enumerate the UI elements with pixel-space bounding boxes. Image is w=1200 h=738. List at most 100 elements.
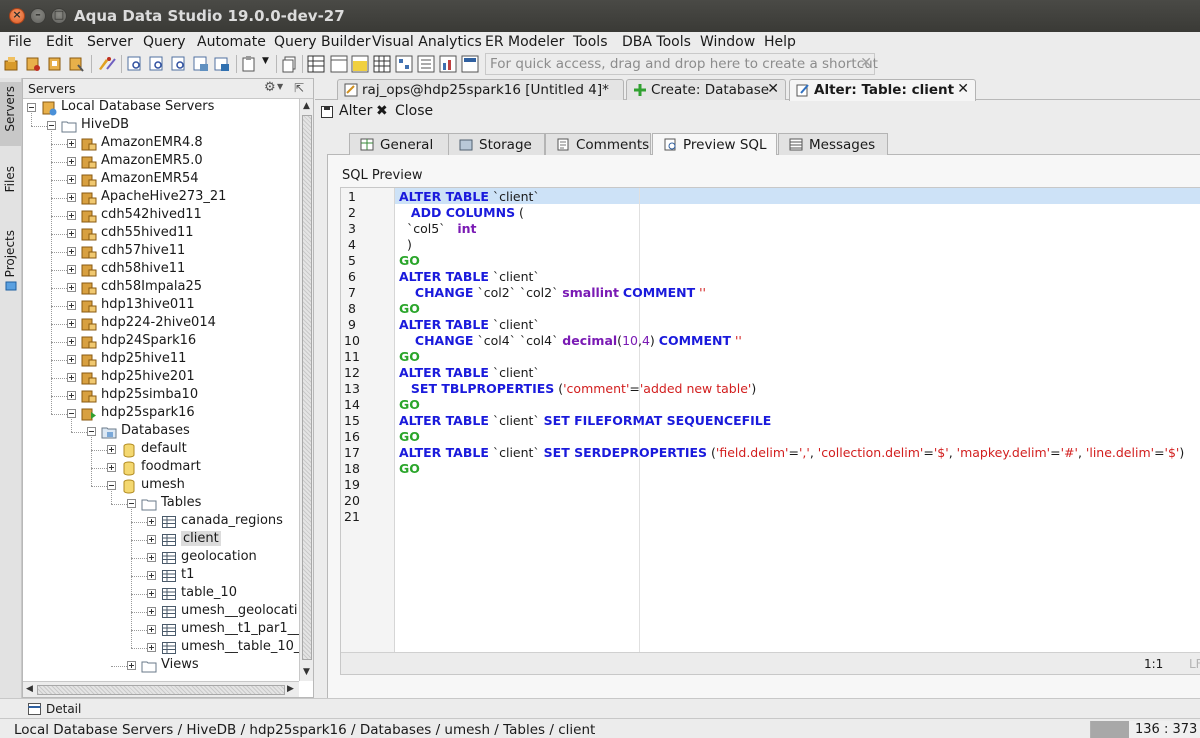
memory-indicator[interactable]: 136 : 373 : <box>1090 721 1200 738</box>
tree-node[interactable]: hdp25spark16 <box>23 405 299 423</box>
clipboard-icon[interactable] <box>240 55 258 73</box>
tree-node[interactable]: AmazonEMR4.8 <box>23 135 299 153</box>
tree-node[interactable]: hdp13hive011 <box>23 297 299 315</box>
menu-server[interactable]: Server <box>87 34 133 50</box>
expand-icon[interactable] <box>107 445 116 454</box>
tab-comments[interactable]: Comments <box>545 133 651 155</box>
tree-node[interactable]: hdp25hive11 <box>23 351 299 369</box>
expand-icon[interactable] <box>67 337 76 346</box>
expand-icon[interactable] <box>147 571 156 580</box>
tree-node[interactable]: canada_regions <box>23 513 299 531</box>
menu-query-builder[interactable]: Query Builder <box>274 34 371 50</box>
tree-node[interactable]: Local Database Servers <box>23 99 299 117</box>
expand-icon[interactable] <box>127 661 136 670</box>
tab-storage[interactable]: Storage <box>448 133 545 155</box>
tree-vertical-scrollbar[interactable]: ▲ ▼ <box>299 99 313 681</box>
tree-node[interactable]: hdp224-2hive014 <box>23 315 299 333</box>
collapse-icon[interactable] <box>47 121 56 130</box>
side-tab-projects[interactable]: Projects <box>0 226 22 296</box>
close-tab-icon[interactable]: ✕ <box>767 81 779 97</box>
collapse-icon[interactable] <box>27 103 36 112</box>
tree-node[interactable]: hdp25simba10 <box>23 387 299 405</box>
layout-yellow-icon[interactable] <box>351 55 369 73</box>
tab-preview-sql[interactable]: Preview SQL <box>652 133 777 156</box>
find-icon[interactable] <box>126 55 144 73</box>
window-close-button[interactable]: × <box>9 8 25 24</box>
tab-general[interactable]: General <box>349 133 456 155</box>
tab-create-database[interactable]: Create: Database ✕ <box>626 79 786 100</box>
layout-detail-icon[interactable] <box>461 55 479 73</box>
new-connection-icon[interactable] <box>3 55 21 73</box>
scrollbar-thumb[interactable] <box>37 685 285 695</box>
tree-node[interactable]: cdh542hived11 <box>23 207 299 225</box>
expand-icon[interactable] <box>67 301 76 310</box>
tree-node[interactable]: umesh <box>23 477 299 495</box>
detail-tab[interactable]: Detail <box>46 702 81 716</box>
collapse-icon[interactable] <box>67 409 76 418</box>
expand-icon[interactable] <box>147 535 156 544</box>
collapse-icon[interactable] <box>87 427 96 436</box>
side-tab-files[interactable]: Files <box>0 160 22 216</box>
tab-alter-table-client[interactable]: Alter: Table: client ✕ <box>789 79 976 101</box>
tree-node[interactable]: cdh57hive11 <box>23 243 299 261</box>
tree-node[interactable]: client <box>23 531 299 549</box>
tab-messages[interactable]: Messages <box>778 133 888 155</box>
expand-icon[interactable] <box>67 391 76 400</box>
tree-node[interactable]: t1 <box>23 567 299 585</box>
tree-node[interactable]: umesh__geolocati <box>23 603 299 621</box>
tree-node[interactable]: geolocation <box>23 549 299 567</box>
layout-table-icon[interactable] <box>373 55 391 73</box>
expand-icon[interactable] <box>147 517 156 526</box>
gear-icon[interactable]: ⚙ <box>264 80 276 95</box>
expand-icon[interactable] <box>67 355 76 364</box>
collapse-icon[interactable] <box>127 499 136 508</box>
menu-er-modeler[interactable]: ER Modeler <box>485 34 564 50</box>
disconnect-icon[interactable] <box>67 55 85 73</box>
tree-node[interactable]: Views <box>23 657 299 675</box>
expand-icon[interactable] <box>67 139 76 148</box>
layout-chart-icon[interactable] <box>439 55 457 73</box>
expand-icon[interactable] <box>67 193 76 202</box>
expand-icon[interactable] <box>67 283 76 292</box>
layout-grid-icon[interactable] <box>307 55 325 73</box>
side-tab-servers[interactable]: Servers <box>0 82 22 146</box>
schema-script-icon[interactable] <box>213 55 231 73</box>
sql-editor[interactable]: 1 2 3 4 5 6 7 8 9 10 11 12 13 14 15 16 17 18 19 20 21 ALTER … <box>340 187 1200 675</box>
register-server-icon[interactable] <box>24 55 42 73</box>
layout-list-icon[interactable] <box>417 55 435 73</box>
menu-window[interactable]: Window <box>700 34 755 50</box>
clear-icon[interactable]: ✕ <box>860 55 872 71</box>
scroll-left-icon[interactable]: ◀ <box>26 684 33 694</box>
window-minimize-button[interactable]: – <box>30 8 46 24</box>
tree-node[interactable]: cdh58Impala25 <box>23 279 299 297</box>
query-tool-icon[interactable] <box>103 55 121 73</box>
tree-node[interactable]: default <box>23 441 299 459</box>
expand-icon[interactable] <box>147 589 156 598</box>
tree-node[interactable]: umesh__t1_par1__ <box>23 621 299 639</box>
menu-dba-tools[interactable]: DBA Tools <box>622 34 691 50</box>
menu-tools[interactable]: Tools <box>573 34 608 50</box>
alter-button[interactable]: Alter <box>339 103 372 119</box>
expand-icon[interactable] <box>67 157 76 166</box>
expand-icon[interactable] <box>67 319 76 328</box>
expand-icon[interactable] <box>147 553 156 562</box>
expand-icon[interactable] <box>67 211 76 220</box>
tree-node[interactable]: ApacheHive273_21 <box>23 189 299 207</box>
find-in-files-icon[interactable] <box>148 55 166 73</box>
expand-icon[interactable] <box>147 607 156 616</box>
expand-icon[interactable] <box>147 625 156 634</box>
tree-node[interactable]: Tables <box>23 495 299 513</box>
tree-node[interactable]: Databases <box>23 423 299 441</box>
compare-icon[interactable] <box>192 55 210 73</box>
server-properties-icon[interactable] <box>46 55 64 73</box>
tree-node[interactable]: AmazonEMR5.0 <box>23 153 299 171</box>
minimize-panel-icon[interactable]: ⇱ <box>294 81 304 95</box>
menu-automate[interactable]: Automate <box>197 34 266 50</box>
tree-node[interactable]: foodmart <box>23 459 299 477</box>
expand-icon[interactable] <box>147 643 156 652</box>
scroll-down-icon[interactable]: ▼ <box>303 667 310 677</box>
tab-query-window[interactable]: raj_ops@hdp25spark16 [Untitled 4]* <box>337 79 624 100</box>
expand-icon[interactable] <box>67 247 76 256</box>
tree-node[interactable]: hdp24Spark16 <box>23 333 299 351</box>
scroll-up-icon[interactable]: ▲ <box>303 101 310 111</box>
